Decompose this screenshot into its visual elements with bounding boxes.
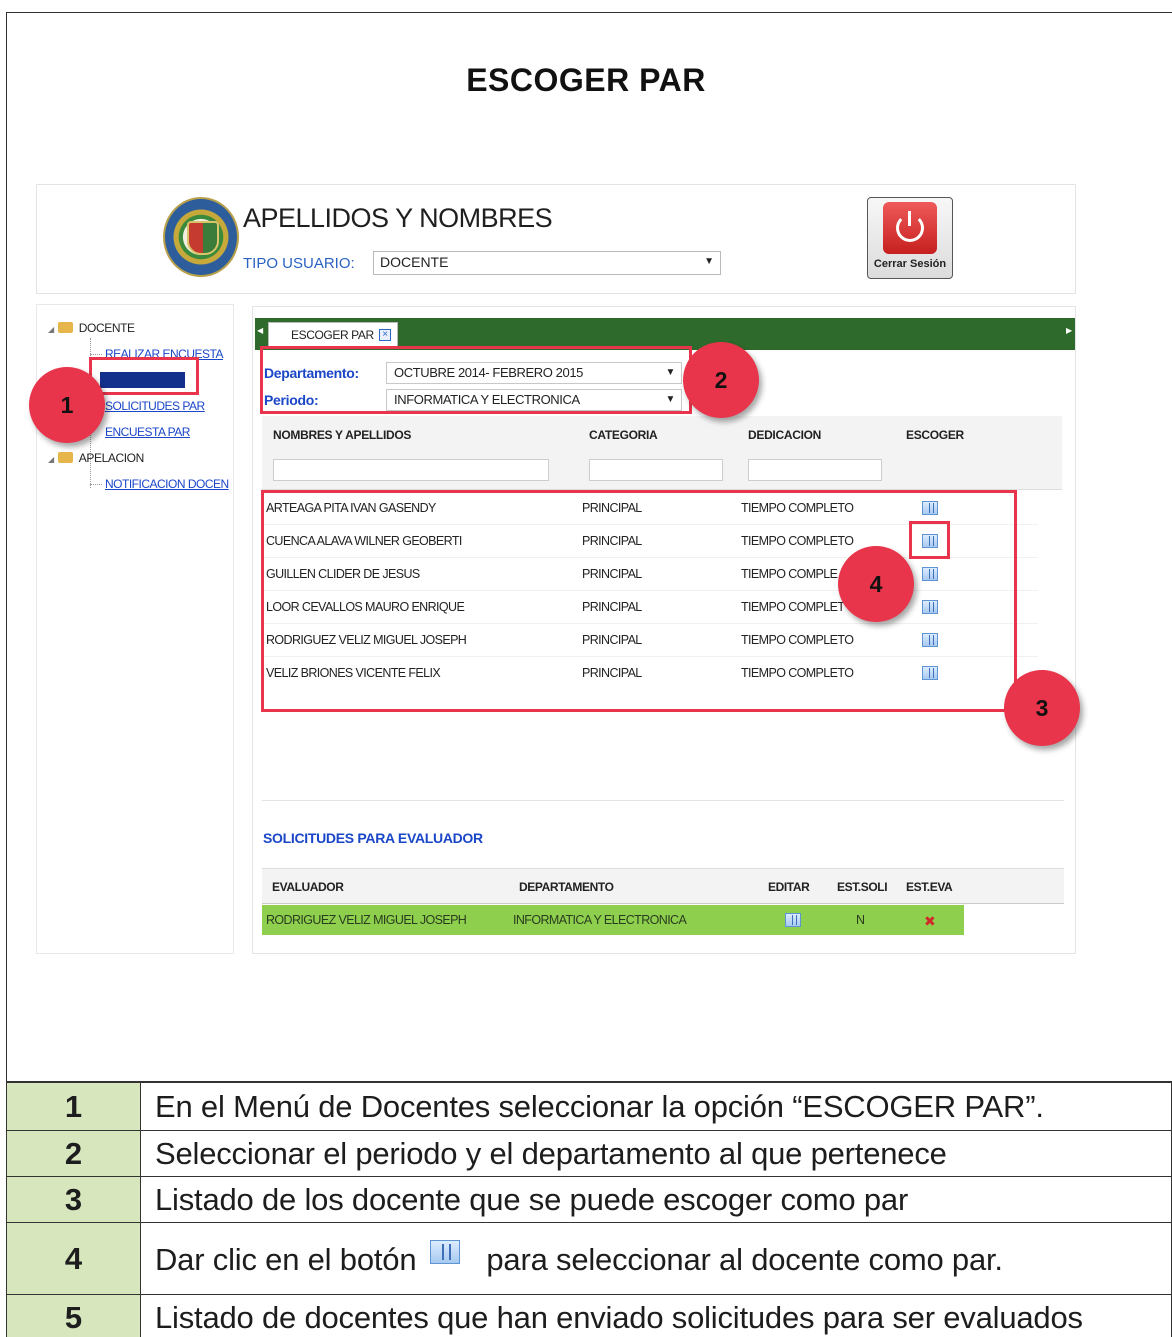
document-title: ESCOGER PAR: [466, 62, 706, 98]
app-header: APELLIDOS Y NOMBRES TIPO USUARIO: DOCENT…: [36, 184, 1076, 294]
user-name: APELLIDOS Y NOMBRES: [243, 203, 553, 233]
tree-guide: [90, 354, 102, 355]
col-head-escoger[interactable]: ESCOGER: [906, 428, 964, 442]
request-est-soli: N: [856, 913, 865, 927]
legend-number: 3: [6, 1176, 141, 1223]
col-head-dedicacion[interactable]: DEDICACION: [748, 428, 821, 442]
highlight-box-4: [909, 521, 950, 559]
legend-row: 2 Seleccionar el periodo y el departamen…: [6, 1130, 1172, 1177]
annotation-marker-4: 4: [838, 546, 914, 622]
legend-text-after: para seleccionar al docente como par.: [486, 1241, 1003, 1277]
legend-row: 4 Dar clic en el botón para seleccionar a…: [6, 1222, 1172, 1295]
user-type-value: DOCENTE: [380, 254, 449, 270]
highlight-box-2: [260, 346, 692, 414]
tree-node-apelacion[interactable]: ◢ APELACION: [48, 451, 144, 465]
annotation-marker-3: 3: [1004, 670, 1080, 746]
legend-text-before: Dar clic en el botón: [155, 1241, 417, 1277]
scroll-right-icon[interactable]: ▶: [1066, 326, 1072, 335]
highlight-box-1: [89, 357, 199, 395]
col-head-categoria[interactable]: CATEGORIA: [589, 428, 658, 442]
req-col-departamento[interactable]: DEPARTAMENTO: [519, 880, 614, 894]
legend-text: Seleccionar el periodo y el departamento…: [140, 1130, 1172, 1177]
tab-escoger-par[interactable]: ESCOGER PAR ×: [268, 322, 398, 348]
request-departamento: INFORMATICA Y ELECTRONICA: [513, 913, 687, 927]
sidebar-item-notificacion[interactable]: NOTIFICACION DOCEN: [105, 477, 229, 491]
scroll-left-icon[interactable]: ◀: [257, 326, 263, 335]
req-col-evaluador[interactable]: EVALUADOR: [272, 880, 344, 894]
legend-table: 1 En el Menú de Docentes seleccionar la …: [6, 1082, 1172, 1337]
select-pair-icon: [430, 1239, 461, 1264]
legend-number: 2: [6, 1130, 141, 1177]
close-icon[interactable]: ×: [379, 329, 391, 341]
col-head-nombres[interactable]: NOMBRES Y APELLIDOS: [273, 428, 411, 442]
legend-text: Listado de los docente que se puede esco…: [140, 1176, 1172, 1223]
logout-button[interactable]: Cerrar Sesión: [867, 197, 953, 279]
close-icon[interactable]: ✖: [924, 913, 936, 930]
legend-text: Listado de docentes que han enviado soli…: [140, 1294, 1172, 1337]
expand-arrow-icon: ◢: [48, 325, 54, 334]
tree-node-docente[interactable]: ◢ DOCENTE: [48, 321, 135, 335]
legend-number: 4: [6, 1222, 141, 1295]
request-evaluador: RODRIGUEZ VELIZ MIGUEL JOSEPH: [266, 913, 467, 927]
annotation-marker-1: 1: [29, 367, 105, 443]
legend-number: 1: [6, 1082, 141, 1131]
logout-label: Cerrar Sesión: [873, 258, 947, 270]
annotation-marker-2: 2: [683, 342, 759, 418]
expand-arrow-icon: ◢: [48, 455, 54, 464]
panel-separator: [262, 800, 1064, 801]
user-type-select[interactable]: DOCENTE ▼: [373, 251, 721, 275]
req-col-editar[interactable]: EDITAR: [768, 880, 810, 894]
sidebar-item-solicitudes-par[interactable]: SOLICITUDES PAR: [105, 399, 205, 413]
tab-label: ESCOGER PAR: [291, 328, 374, 342]
requests-title: SOLICITUDES PARA EVALUADOR: [263, 830, 483, 846]
filter-input-nombres[interactable]: [273, 459, 549, 481]
edit-icon[interactable]: [785, 913, 801, 927]
legend-row: 1 En el Menú de Docentes seleccionar la …: [6, 1082, 1172, 1131]
legend-text: Dar clic en el botón para seleccionar al …: [140, 1222, 1172, 1295]
university-logo: [163, 197, 239, 277]
legend-text: En el Menú de Docentes seleccionar la op…: [140, 1082, 1172, 1131]
power-icon: [883, 202, 937, 254]
user-type-label: TIPO USUARIO:: [243, 255, 355, 272]
filter-input-dedicacion[interactable]: [748, 459, 882, 481]
tree-guide: [90, 484, 102, 485]
filter-input-categoria[interactable]: [589, 459, 723, 481]
legend-row: 5 Listado de docentes que han enviado so…: [6, 1294, 1172, 1337]
legend-row: 3 Listado de los docente que se puede es…: [6, 1176, 1172, 1223]
folder-icon: [57, 452, 73, 463]
req-col-est-eva[interactable]: EST.EVA: [906, 880, 953, 894]
folder-icon: [57, 322, 73, 333]
chevron-down-icon: ▼: [704, 256, 714, 267]
req-col-est-soli[interactable]: EST.SOLI: [837, 880, 888, 894]
legend-number: 5: [6, 1294, 141, 1337]
sidebar-item-encuesta-par[interactable]: ENCUESTA PAR: [105, 425, 190, 439]
